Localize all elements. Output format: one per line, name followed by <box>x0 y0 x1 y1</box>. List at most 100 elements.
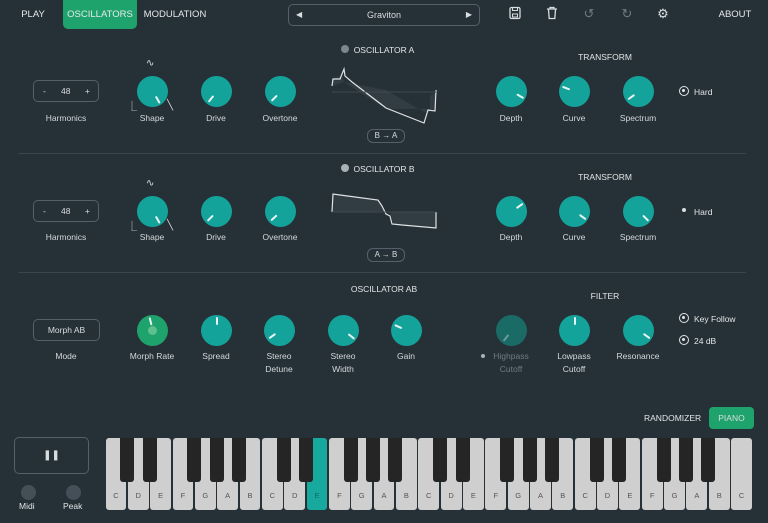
prev-preset-button[interactable]: ◀ <box>296 5 302 25</box>
osc-b-drive-knob[interactable] <box>201 196 232 227</box>
osc-a-shape-knob[interactable] <box>137 76 168 107</box>
knob-indicator <box>269 214 278 222</box>
24db-radio[interactable] <box>679 335 689 345</box>
midi-label: Midi <box>19 501 35 511</box>
piano-black-key[interactable] <box>142 438 157 482</box>
harmonics-stepper-b[interactable]: - 48 + <box>33 200 99 222</box>
trash-icon[interactable] <box>544 6 560 22</box>
undo-icon[interactable]: ↺ <box>581 6 597 22</box>
piano-keyboard[interactable]: CDEFGABCDEFGABCDEFGABCDEFGABC <box>105 438 753 510</box>
piano-black-key[interactable] <box>701 438 716 482</box>
next-preset-button[interactable]: ▶ <box>466 5 472 25</box>
piano-black-key[interactable] <box>611 438 626 482</box>
piano-black-key[interactable] <box>232 438 247 482</box>
harmonics-minus[interactable]: - <box>43 201 46 221</box>
tab-modulation[interactable]: MODULATION <box>140 0 210 29</box>
knob-indicator <box>561 85 570 91</box>
harmonics-plus[interactable]: + <box>85 201 90 221</box>
piano-black-key[interactable] <box>433 438 448 482</box>
knob-indicator <box>573 317 576 325</box>
mode-label: Mode <box>55 351 77 361</box>
knob-indicator <box>215 317 218 325</box>
harmonics-plus[interactable]: + <box>85 81 90 101</box>
save-icon[interactable] <box>507 6 523 22</box>
redo-icon[interactable]: ↻ <box>619 6 635 22</box>
piano-black-key[interactable] <box>678 438 693 482</box>
piano-black-key[interactable] <box>455 438 470 482</box>
piano-black-key[interactable] <box>500 438 515 482</box>
osc-ab-highpass-cutoff-knob[interactable] <box>496 315 527 346</box>
osc-ab-gain-knob[interactable] <box>391 315 422 346</box>
osc-ab-spread-knob[interactable] <box>201 315 232 346</box>
piano-black-key[interactable] <box>120 438 135 482</box>
24db-label: 24 dB <box>694 336 717 346</box>
midi-indicator <box>21 485 36 500</box>
divider <box>18 153 746 154</box>
osc-a-drive-knob[interactable] <box>201 76 232 107</box>
divider <box>18 272 746 273</box>
resonance-label: Resonance <box>616 351 660 361</box>
osc-a-spectrum-knob[interactable] <box>623 76 654 107</box>
knob-indicator <box>641 214 649 222</box>
knob-indicator <box>515 93 524 100</box>
knob-indicator <box>393 324 402 330</box>
osc-ab-title: OSCILLATOR AB <box>350 284 418 294</box>
hard-radio-a[interactable] <box>679 86 689 96</box>
mode-selector[interactable]: Morph AB <box>33 319 100 341</box>
tab-oscillators[interactable]: OSCILLATORS <box>63 0 137 29</box>
key-follow-radio[interactable] <box>679 313 689 323</box>
osc-a-title: OSCILLATOR A <box>353 45 415 55</box>
peak-indicator <box>66 485 81 500</box>
about-button[interactable]: ABOUT <box>715 0 755 29</box>
copy-b-to-a-button[interactable]: B → A <box>367 129 405 143</box>
filter-title: FILTER <box>590 291 620 301</box>
piano-button[interactable]: PIANO <box>709 407 754 429</box>
overtone-label: Overtone <box>262 113 298 123</box>
osc-a-depth-knob[interactable] <box>496 76 527 107</box>
osc-b-shape-knob[interactable] <box>137 196 168 227</box>
overtone-label: Overtone <box>262 232 298 242</box>
osc-b-spectrum-knob[interactable] <box>623 196 654 227</box>
hard-radio-b[interactable] <box>682 208 686 212</box>
osc-a-curve-knob[interactable] <box>559 76 590 107</box>
osc-a-overtone-knob[interactable] <box>265 76 296 107</box>
piano-black-key[interactable] <box>276 438 291 482</box>
piano-black-key[interactable] <box>656 438 671 482</box>
harmonics-minus[interactable]: - <box>43 81 46 101</box>
tab-play[interactable]: PLAY <box>14 0 52 29</box>
osc-ab-stereo-width-knob[interactable] <box>328 315 359 346</box>
hard-label-b: Hard <box>694 207 713 217</box>
osc-ab-lowpass-cutoff-knob[interactable] <box>559 315 590 346</box>
osc-ab-resonance-knob[interactable] <box>623 315 654 346</box>
osc-b-curve-knob[interactable] <box>559 196 590 227</box>
harmonics-stepper-a[interactable]: - 48 + <box>33 80 99 102</box>
pause-button[interactable]: ❚❚ <box>14 437 89 474</box>
knob-indicator <box>154 95 161 104</box>
piano-black-key[interactable] <box>589 438 604 482</box>
knob-indicator <box>267 332 276 340</box>
piano-black-key[interactable] <box>388 438 403 482</box>
piano-black-key[interactable] <box>544 438 559 482</box>
piano-black-key[interactable] <box>187 438 202 482</box>
piano-black-key[interactable] <box>209 438 224 482</box>
randomizer-button[interactable]: RANDOMIZER <box>644 413 701 423</box>
hard-label-a: Hard <box>694 87 713 97</box>
piano-black-key[interactable] <box>366 438 381 482</box>
piano-black-key[interactable] <box>343 438 358 482</box>
osc-b-overtone-knob[interactable] <box>265 196 296 227</box>
osc-b-waveform <box>330 182 438 252</box>
osc-ab-stereo-detune-knob[interactable] <box>264 315 295 346</box>
osc-b-depth-knob[interactable] <box>496 196 527 227</box>
gear-icon[interactable]: ⚙ <box>655 6 671 22</box>
knob-indicator <box>154 215 161 224</box>
piano-black-key[interactable] <box>299 438 314 482</box>
osc-ab-morph-rate-knob[interactable] <box>137 315 168 346</box>
copy-a-to-b-button[interactable]: A → B <box>367 248 405 262</box>
preset-selector[interactable]: ◀ Graviton ▶ <box>288 4 480 26</box>
spectrum-label: Spectrum <box>619 113 657 123</box>
transform-title-a: TRANSFORM <box>578 52 632 62</box>
piano-black-key[interactable] <box>522 438 537 482</box>
knob-indicator <box>502 334 509 342</box>
piano-key-c[interactable]: C <box>731 438 752 510</box>
sine-shape-icon: ∿ <box>146 58 155 69</box>
